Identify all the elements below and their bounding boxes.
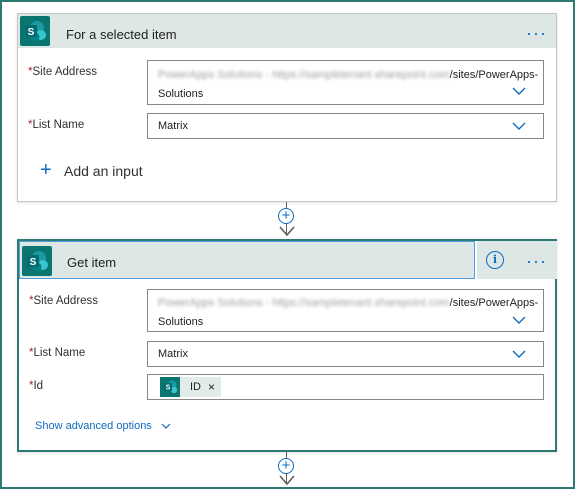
id-input[interactable]: S ID × xyxy=(147,374,544,400)
dynamic-content-token[interactable]: S ID × xyxy=(160,377,222,397)
show-advanced-options-link[interactable]: Show advanced options xyxy=(35,420,171,432)
id-label: *Id xyxy=(29,379,43,393)
trigger-header[interactable]: S For a selected item ··· xyxy=(18,14,556,48)
site-address-blurred: PowerApps Solutions - https://sampletena… xyxy=(158,297,450,309)
site-address-label-text: Site Address xyxy=(32,66,98,78)
chevron-down-icon xyxy=(161,423,171,429)
svg-text:S: S xyxy=(30,257,37,268)
site-address-label-text: Site Address xyxy=(33,295,99,307)
add-input-button[interactable]: + Add an input xyxy=(40,159,180,182)
get-item-card: S Get item i ··· *Site Address PowerApps… xyxy=(17,239,557,452)
site-address-line2: Solutions xyxy=(158,316,204,328)
info-icon[interactable]: i xyxy=(486,251,504,269)
list-name-value: Matrix xyxy=(158,120,188,132)
sharepoint-icon: S xyxy=(22,246,52,276)
site-address-line1: PowerApps Solutions - https://sampletena… xyxy=(158,296,538,310)
arrow-down-icon xyxy=(279,226,295,237)
chevron-down-icon[interactable] xyxy=(512,87,526,96)
list-name-dropdown[interactable]: Matrix xyxy=(147,341,544,367)
more-options-button[interactable]: ··· xyxy=(526,24,547,42)
plus-icon: + xyxy=(40,159,52,181)
list-name-value: Matrix xyxy=(158,348,188,360)
list-name-dropdown[interactable]: Matrix xyxy=(147,113,544,139)
sharepoint-icon: S xyxy=(160,377,180,397)
site-address-dropdown[interactable]: PowerApps Solutions - https://sampletena… xyxy=(147,289,544,332)
list-name-label: *List Name xyxy=(28,118,84,132)
list-name-label: *List Name xyxy=(29,346,85,360)
get-item-header[interactable]: S Get item xyxy=(19,241,475,279)
id-label-text: Id xyxy=(33,380,44,392)
list-name-label-text: List Name xyxy=(33,347,86,359)
chevron-down-icon[interactable] xyxy=(512,316,526,325)
site-address-dropdown[interactable]: PowerApps Solutions - https://sampletena… xyxy=(147,60,544,105)
site-address-line1: PowerApps Solutions - https://sampletena… xyxy=(158,68,538,82)
site-address-path: /sites/PowerApps- xyxy=(449,297,539,309)
more-options-button[interactable]: ··· xyxy=(526,252,547,270)
show-advanced-label: Show advanced options xyxy=(35,420,152,432)
sharepoint-icon: S xyxy=(20,16,50,46)
add-input-label: Add an input xyxy=(64,163,143,179)
token-remove-icon[interactable]: × xyxy=(208,380,215,394)
trigger-card: S For a selected item ··· *Site Address … xyxy=(17,13,557,202)
chevron-down-icon[interactable] xyxy=(512,122,526,131)
list-name-label-text: List Name xyxy=(32,119,85,131)
insert-step-button[interactable]: + xyxy=(278,458,294,474)
site-address-line2: Solutions xyxy=(158,88,204,100)
site-address-label: *Site Address xyxy=(29,294,98,308)
svg-text:S: S xyxy=(166,385,171,392)
token-label: ID xyxy=(190,381,201,393)
trigger-title: For a selected item xyxy=(66,27,177,42)
insert-step-button[interactable]: + xyxy=(278,208,294,224)
site-address-label: *Site Address xyxy=(28,65,97,79)
arrow-down-icon xyxy=(279,475,295,486)
chevron-down-icon[interactable] xyxy=(512,350,526,359)
site-address-blurred: PowerApps Solutions - https://sampletena… xyxy=(158,69,450,81)
svg-text:S: S xyxy=(28,27,35,38)
site-address-path: /sites/PowerApps- xyxy=(449,69,539,81)
get-item-title: Get item xyxy=(67,255,117,270)
